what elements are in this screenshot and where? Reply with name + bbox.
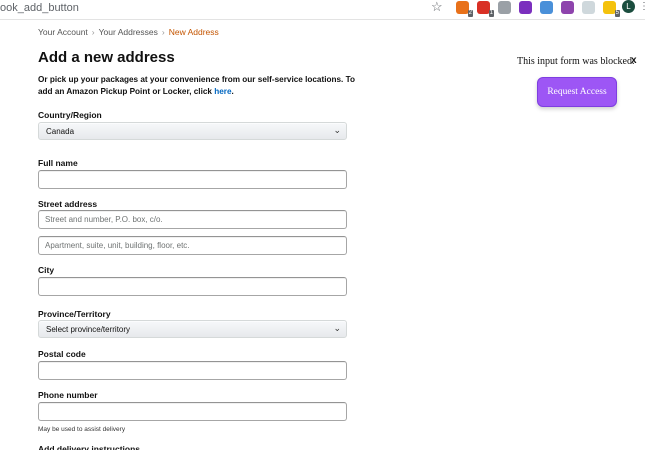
full-name-label: Full name bbox=[38, 158, 78, 168]
phone-number-label: Phone number bbox=[38, 390, 98, 400]
chevron-down-icon: ⌄ bbox=[333, 125, 341, 135]
phone-number-input[interactable] bbox=[38, 402, 347, 421]
street-address-line1-input[interactable]: Street and number, P.O. box, c/o. bbox=[38, 210, 347, 229]
page-title: Add a new address bbox=[38, 49, 175, 66]
ext-violet-extension-icon[interactable] bbox=[561, 1, 574, 14]
ext-pinwheel-extension-icon[interactable] bbox=[582, 1, 595, 14]
country-select[interactable]: Canada ⌄ bbox=[38, 122, 347, 140]
ext-gray-extension-icon[interactable] bbox=[498, 1, 511, 14]
street-address-line2-input[interactable]: Apartment, suite, unit, building, floor,… bbox=[38, 236, 347, 255]
extension-badge: 5 bbox=[614, 10, 620, 17]
pickup-info: Or pick up your packages at your conveni… bbox=[38, 74, 358, 98]
ext-purple-extension-icon[interactable] bbox=[519, 1, 532, 14]
pickup-suffix: . bbox=[231, 87, 234, 96]
blocked-message: This input form was blocked. bbox=[517, 56, 635, 67]
request-access-button[interactable]: Request Access bbox=[537, 77, 617, 107]
country-label: Country/Region bbox=[38, 110, 102, 120]
street-line1-placeholder: Street and number, P.O. box, c/o. bbox=[45, 215, 163, 224]
pickup-here-link[interactable]: here bbox=[214, 87, 231, 96]
extension-badge: 2 bbox=[467, 10, 473, 17]
postal-code-label: Postal code bbox=[38, 349, 86, 359]
ext-red-extension-icon[interactable]: 1 bbox=[477, 1, 494, 17]
breadcrumb-your-account[interactable]: Your Account bbox=[38, 27, 88, 37]
province-select[interactable]: Select province/territory ⌄ bbox=[38, 320, 347, 338]
extension-badge: 1 bbox=[488, 10, 494, 17]
address-bar-text[interactable]: ook_add_button bbox=[0, 2, 79, 14]
country-value: Canada bbox=[46, 127, 75, 136]
browser-menu-icon[interactable]: ⋮ bbox=[639, 1, 645, 13]
pickup-text: Or pick up your packages at your conveni… bbox=[38, 75, 355, 96]
next-section-heading: Add delivery instructions bbox=[38, 444, 141, 450]
bookmark-star-icon[interactable]: ☆ bbox=[431, 0, 443, 14]
ext-blue-extension-icon[interactable] bbox=[540, 1, 553, 14]
breadcrumb-separator: › bbox=[91, 27, 95, 37]
chevron-down-icon: ⌄ bbox=[333, 323, 341, 333]
street-line2-placeholder: Apartment, suite, unit, building, floor,… bbox=[45, 241, 190, 250]
close-icon[interactable]: x bbox=[631, 55, 637, 66]
city-input[interactable] bbox=[38, 277, 347, 296]
street-address-label: Street address bbox=[38, 199, 98, 209]
full-name-input[interactable] bbox=[38, 170, 347, 189]
breadcrumb: Your Account › Your Addresses › New Address bbox=[38, 27, 219, 37]
ext-orange-extension-icon[interactable]: 2 bbox=[456, 1, 473, 17]
city-label: City bbox=[38, 265, 55, 275]
province-label: Province/Territory bbox=[38, 309, 111, 319]
province-value: Select province/territory bbox=[46, 325, 131, 334]
browser-toolbar: ook_add_button ☆ 2 1 5 L ⋮ bbox=[0, 0, 645, 20]
phone-hint: May be used to assist delivery bbox=[38, 426, 126, 433]
postal-code-input[interactable] bbox=[38, 361, 347, 380]
breadcrumb-separator: › bbox=[161, 27, 165, 37]
breadcrumb-your-addresses[interactable]: Your Addresses bbox=[99, 27, 158, 37]
ext-yellow-extension-icon[interactable]: 5 bbox=[603, 1, 620, 17]
breadcrumb-current: New Address bbox=[168, 27, 219, 37]
profile-avatar[interactable]: L bbox=[622, 0, 635, 13]
